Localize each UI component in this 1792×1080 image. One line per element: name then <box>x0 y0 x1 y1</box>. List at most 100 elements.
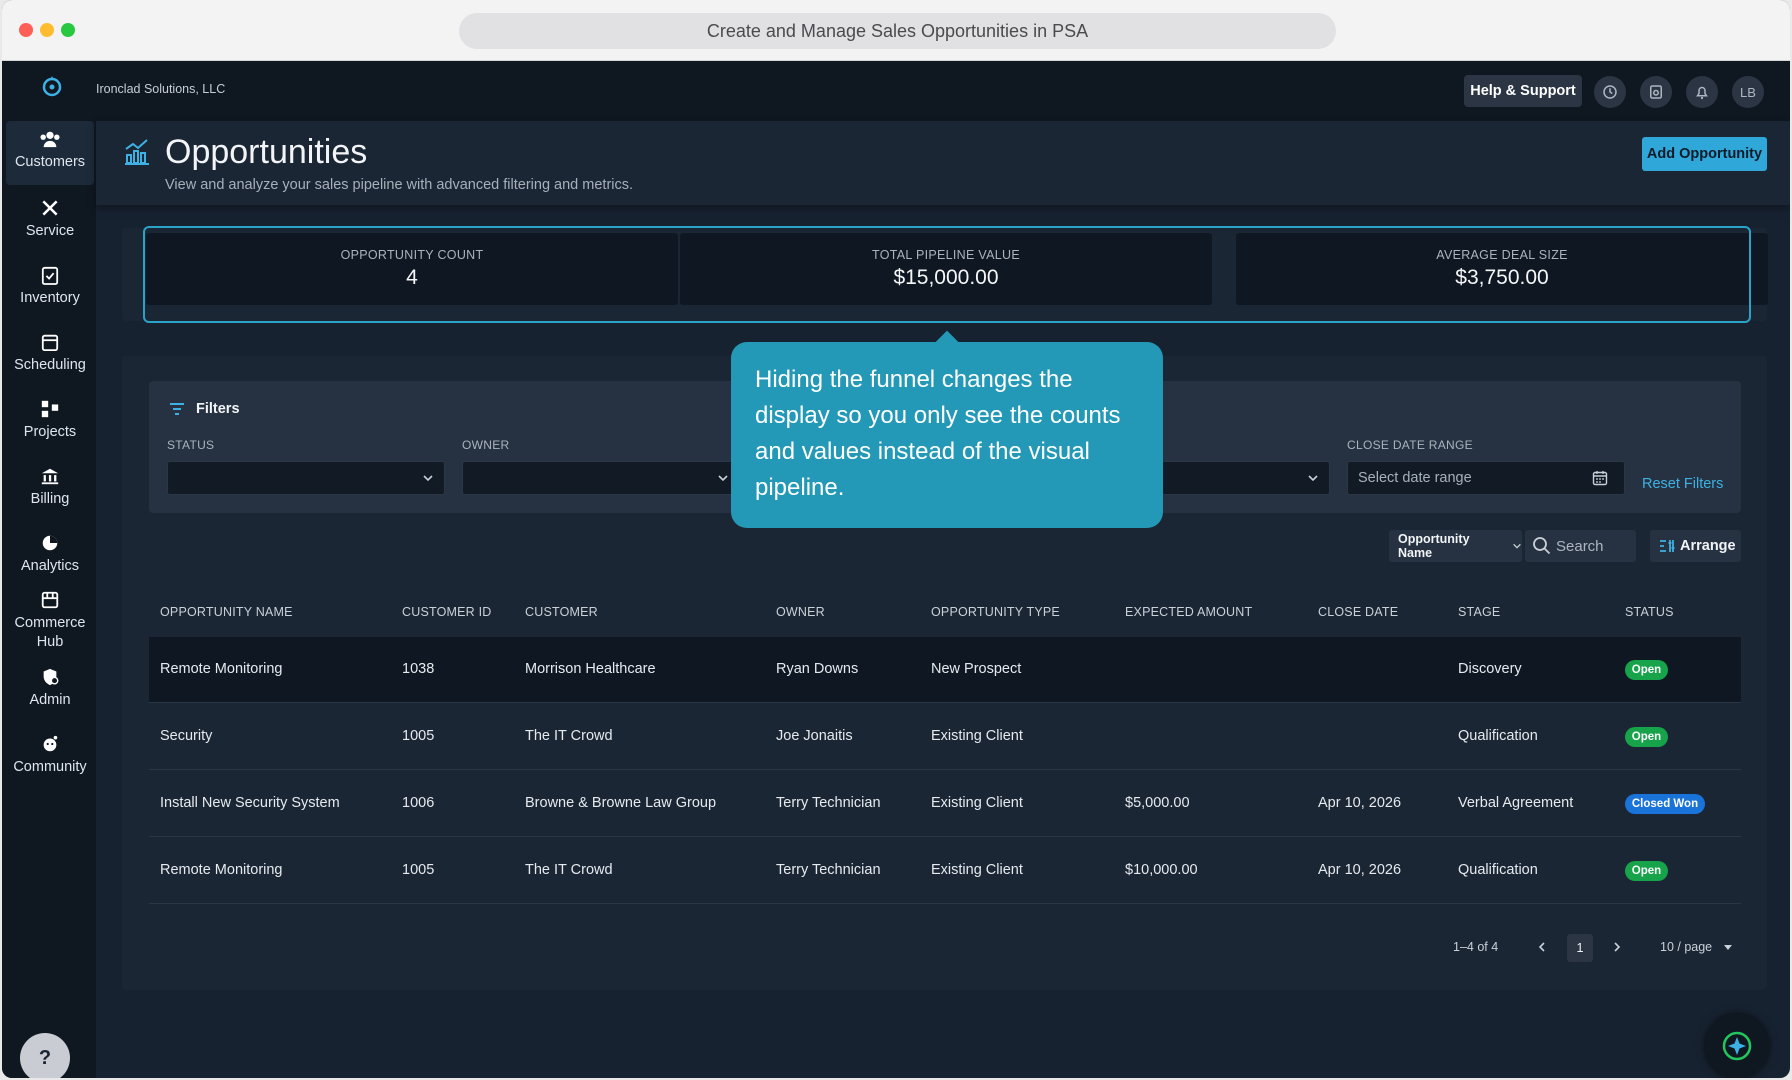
sidebar-item-customers[interactable]: Customers <box>6 121 94 185</box>
arrange-button[interactable]: Arrange <box>1650 530 1741 562</box>
close-date-range-input[interactable]: Select date range <box>1347 461 1625 495</box>
table-row[interactable]: Security 1005 The IT Crowd Joe Jonaitis … <box>149 704 1741 770</box>
column-header-customer[interactable]: CUSTOMER <box>525 605 598 619</box>
user-avatar[interactable]: LB <box>1732 76 1764 108</box>
filter-icon <box>170 403 184 415</box>
arrange-label: Arrange <box>1680 538 1736 554</box>
column-header-opportunity-type[interactable]: OPPORTUNITY TYPE <box>931 605 1060 619</box>
stage-cell: Qualification <box>1458 728 1538 744</box>
table-row[interactable]: Install New Security System 1006 Browne … <box>149 771 1741 837</box>
add-opportunity-button[interactable]: Add Opportunity <box>1642 137 1767 171</box>
table-row[interactable]: Remote Monitoring 1038 Morrison Healthca… <box>149 637 1741 703</box>
page-number-button[interactable]: 1 <box>1567 934 1593 962</box>
bell-icon[interactable] <box>1686 76 1718 108</box>
maximize-window-button[interactable] <box>61 23 75 37</box>
owner-cell: Joe Jonaitis <box>776 728 853 744</box>
status-badge: Open <box>1625 861 1668 881</box>
expected-amount-cell: $10,000.00 <box>1125 862 1198 878</box>
admin-icon <box>43 668 59 686</box>
sidebar-item-label: Customers <box>14 154 86 170</box>
column-header-status[interactable]: STATUS <box>1625 605 1674 619</box>
table-row[interactable]: Remote Monitoring 1005 The IT Crowd Terr… <box>149 838 1741 904</box>
sidebar-item-admin[interactable]: Admin <box>6 667 94 710</box>
page-title: Opportunities <box>165 133 368 171</box>
timer-icon[interactable] <box>1640 76 1672 108</box>
bank-icon <box>41 468 59 485</box>
close-date-cell: Apr 10, 2026 <box>1318 862 1402 878</box>
column-header-owner[interactable]: OWNER <box>776 605 825 619</box>
stage-cell: Verbal Agreement <box>1458 795 1574 811</box>
guide-tooltip: Hiding the funnel changes the display so… <box>731 342 1163 528</box>
help-support-button[interactable]: Help & Support <box>1464 75 1582 107</box>
opportunity-name-cell[interactable]: Remote Monitoring <box>160 661 283 677</box>
sidebar-item-label: Commerce Hub <box>14 615 86 650</box>
owner-filter-select[interactable] <box>462 461 740 495</box>
opportunity-name-cell[interactable]: Security <box>160 728 212 744</box>
sidebar-item-label: Community <box>13 759 87 775</box>
sort-field-label: Opportunity Name <box>1398 532 1470 560</box>
chart-growth-icon <box>125 139 149 165</box>
sidebar-item-label: Billing <box>30 491 70 507</box>
close-date-filter-label: CLOSE DATE RANGE <box>1347 438 1473 452</box>
page-size-select[interactable]: 10 / page <box>1660 940 1712 954</box>
column-header-stage[interactable]: STAGE <box>1458 605 1500 619</box>
app-window: Create and Manage Sales Opportunities in… <box>2 0 1790 1078</box>
store-icon <box>41 591 59 609</box>
sidebar-item-label: Inventory <box>20 290 80 306</box>
sidebar-item-commerce-hub[interactable]: Commerce Hub <box>6 590 94 652</box>
minimize-window-button[interactable] <box>40 23 54 37</box>
pie-chart-icon <box>42 535 58 551</box>
help-circle-button[interactable]: ? <box>20 1033 70 1078</box>
chevron-down-icon <box>1513 543 1521 549</box>
company-name[interactable]: Ironclad Solutions, LLC <box>96 82 225 96</box>
sidebar-item-billing[interactable]: Billing <box>6 466 94 509</box>
opportunity-name-cell[interactable]: Install New Security System <box>160 795 340 811</box>
status-filter-select[interactable] <box>167 461 445 495</box>
owner-cell: Terry Technician <box>776 862 881 878</box>
users-icon <box>40 131 60 148</box>
sidebar-item-projects[interactable]: Projects <box>6 399 94 442</box>
page-subtitle: View and analyze your sales pipeline wit… <box>165 177 634 193</box>
customer-id-cell: 1006 <box>402 795 435 811</box>
column-header-expected-amount[interactable]: EXPECTED AMOUNT <box>1125 605 1252 619</box>
sidebar-item-analytics[interactable]: Analytics <box>6 533 94 576</box>
close-date-cell: Apr 10, 2026 <box>1318 795 1402 811</box>
column-header-customer-id[interactable]: CUSTOMER ID <box>402 605 491 619</box>
sidebar-item-label: Service <box>25 223 75 239</box>
filters-title: Filters <box>196 401 240 417</box>
sidebar-item-label: Admin <box>29 692 71 708</box>
customer-cell: The IT Crowd <box>525 862 613 878</box>
clipboard-icon <box>41 266 59 285</box>
chevron-right-icon[interactable] <box>1611 941 1623 953</box>
history-icon[interactable] <box>1594 76 1626 108</box>
reset-filters-link[interactable]: Reset Filters <box>1642 476 1723 492</box>
search-input[interactable]: Search <box>1525 530 1636 562</box>
opportunity-type-cell: New Prospect <box>931 661 1022 677</box>
calendar-icon <box>1592 471 1608 486</box>
sidebar-item-service[interactable]: Service <box>6 198 94 241</box>
sort-field-select[interactable]: Opportunity Name <box>1389 530 1522 562</box>
sidebar-item-community[interactable]: Community <box>6 734 94 777</box>
search-placeholder: Search <box>1556 537 1604 555</box>
app-logo-icon[interactable] <box>40 74 64 98</box>
owner-cell: Terry Technician <box>776 795 881 811</box>
column-header-opportunity-name[interactable]: OPPORTUNITY NAME <box>160 605 293 619</box>
sidebar-item-inventory[interactable]: Inventory <box>6 265 94 308</box>
sparkle-icon <box>1722 1031 1752 1061</box>
customer-cell: Morrison Healthcare <box>525 661 656 677</box>
owner-cell: Ryan Downs <box>776 661 859 677</box>
caret-down-icon[interactable] <box>1722 942 1734 952</box>
sidebar-item-scheduling[interactable]: Scheduling <box>6 332 94 375</box>
column-header-close-date[interactable]: CLOSE DATE <box>1318 605 1398 619</box>
close-window-button[interactable] <box>19 23 33 37</box>
stage-cell: Discovery <box>1458 661 1522 677</box>
status-badge: Closed Won <box>1625 794 1705 814</box>
chevron-down-icon <box>423 475 433 482</box>
opportunity-name-cell[interactable]: Remote Monitoring <box>160 862 283 878</box>
community-icon <box>43 735 58 752</box>
ai-assistant-button[interactable] <box>1704 1013 1770 1078</box>
customer-id-cell: 1005 <box>402 728 435 744</box>
status-filter-label: STATUS <box>167 438 215 452</box>
title-bar: Create and Manage Sales Opportunities in… <box>2 0 1790 61</box>
chevron-left-icon[interactable] <box>1536 941 1548 953</box>
